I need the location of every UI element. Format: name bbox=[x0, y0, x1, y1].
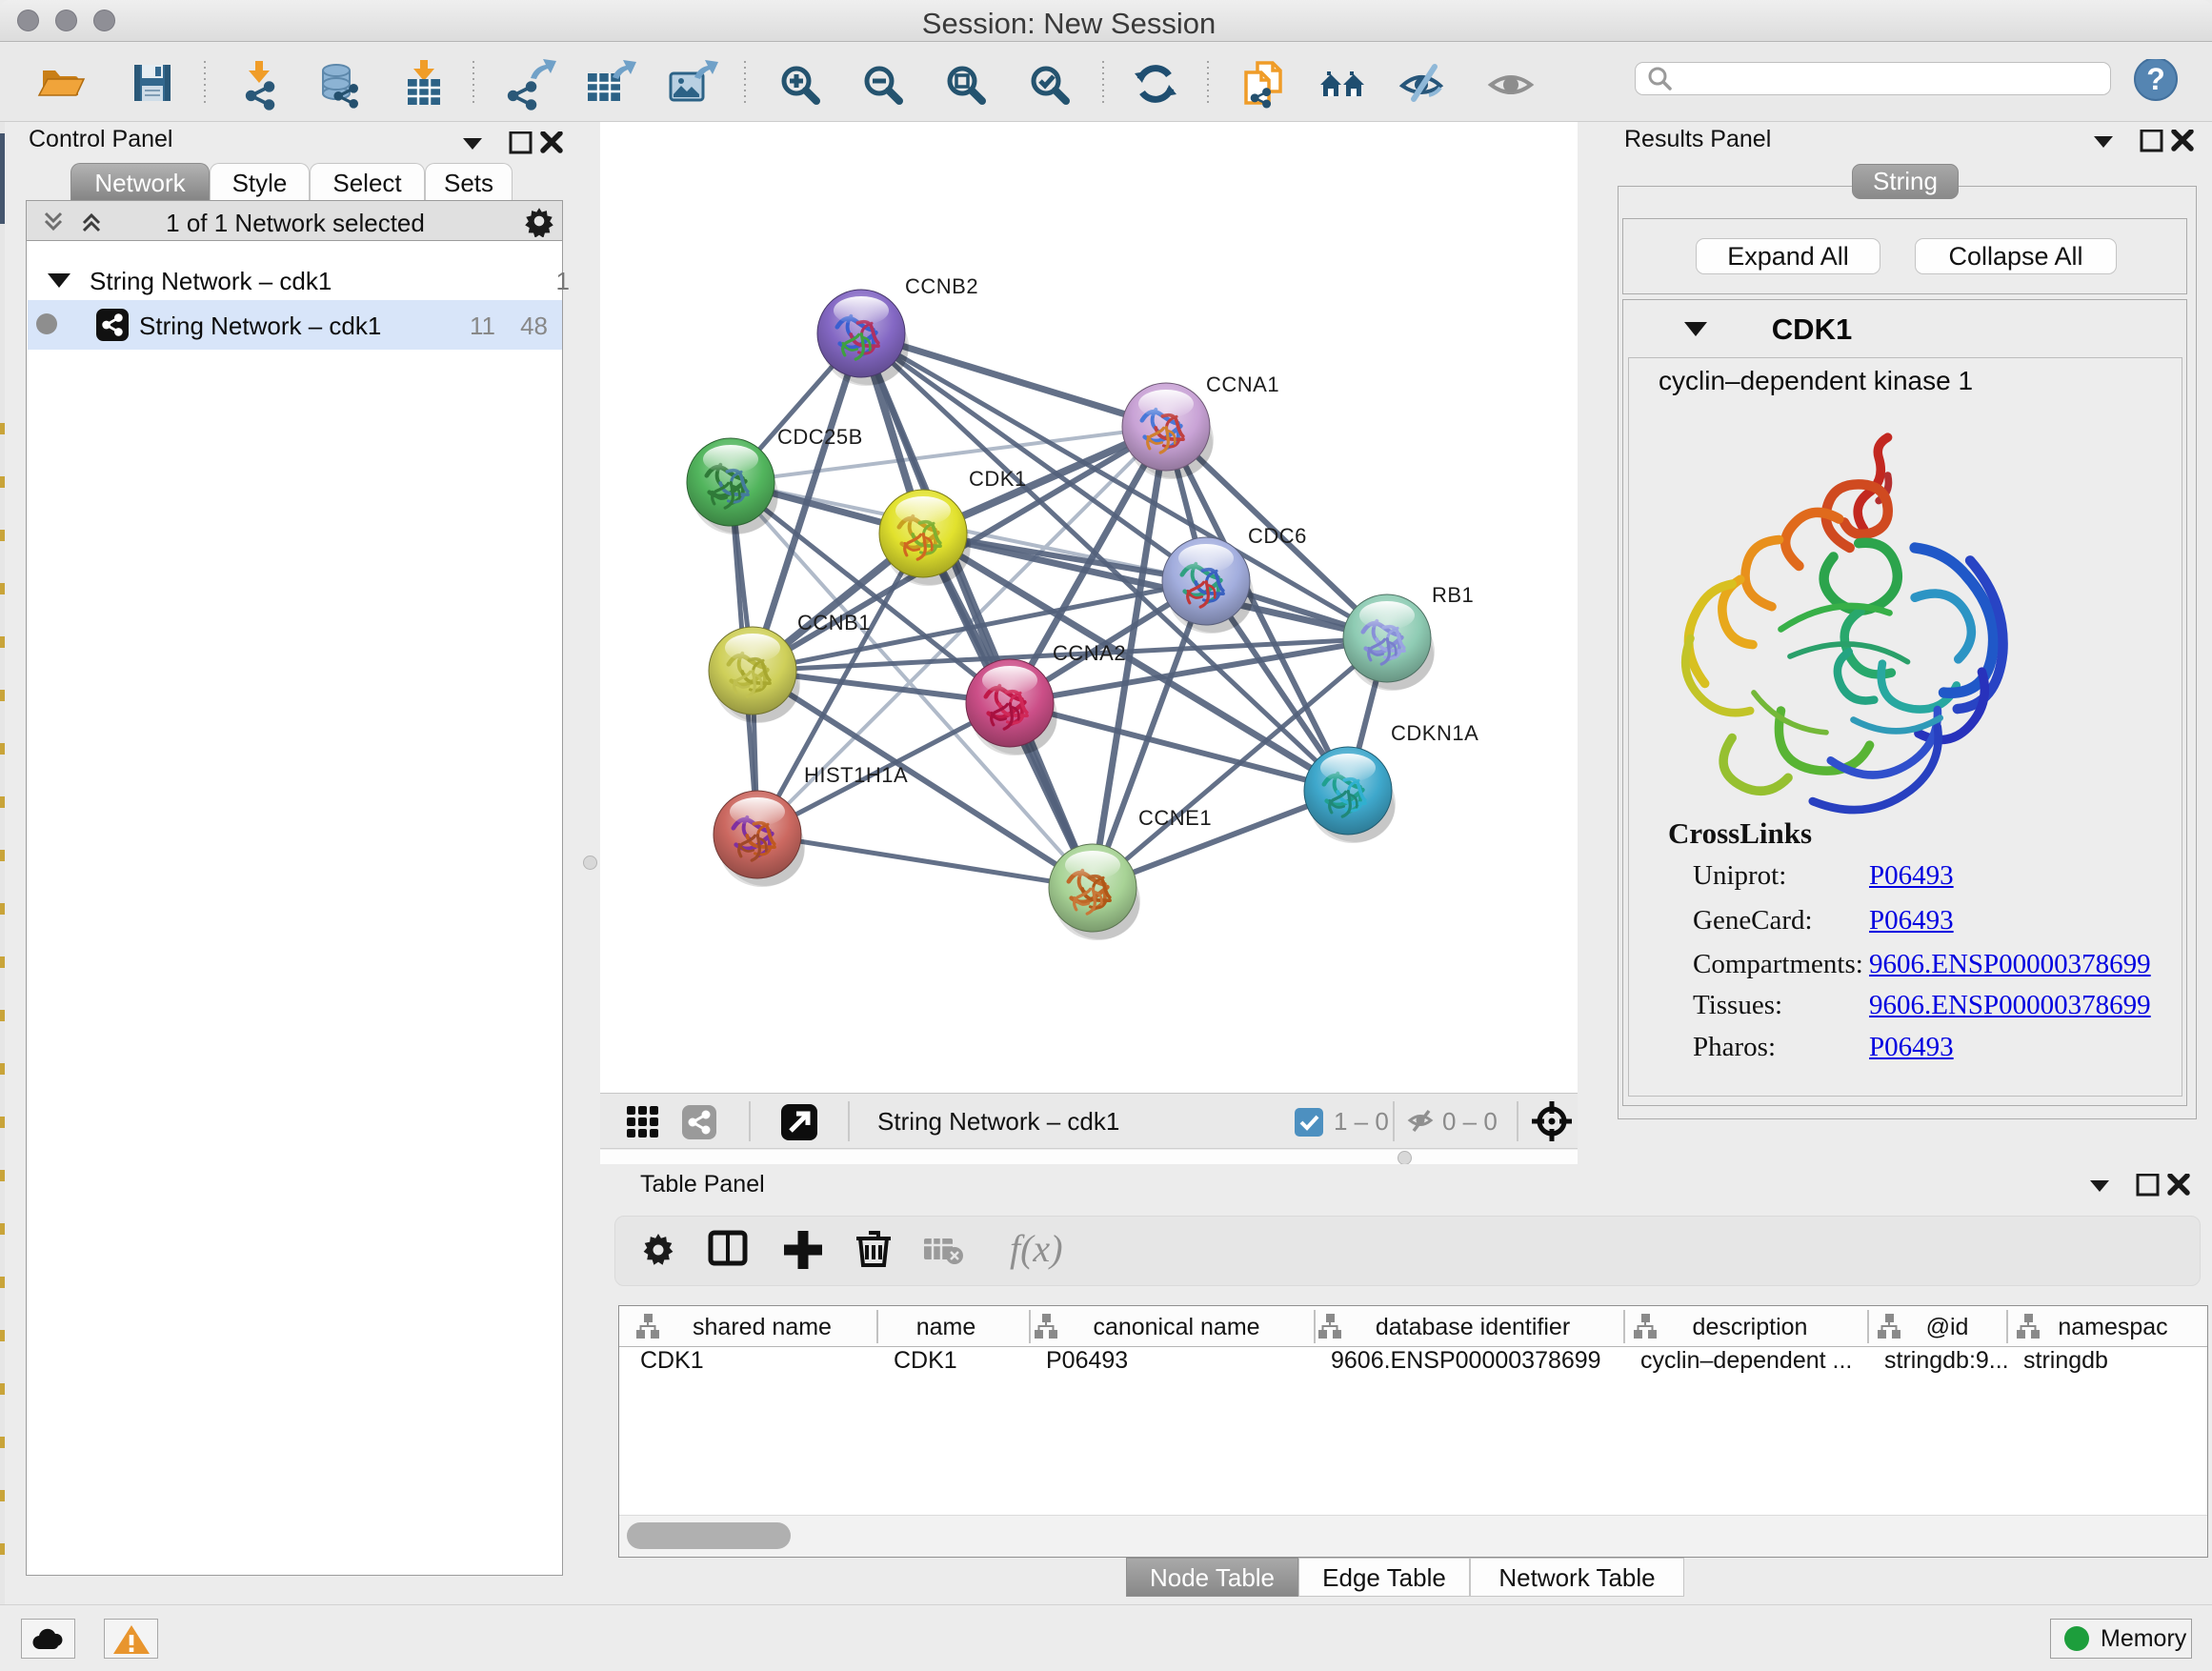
svg-text:database identifier: database identifier bbox=[1376, 1314, 1570, 1340]
svg-text:CCNA2: CCNA2 bbox=[1053, 641, 1126, 665]
svg-text:?: ? bbox=[2146, 62, 2165, 96]
svg-text:HIST1H1A: HIST1H1A bbox=[804, 763, 908, 787]
svg-text:namespac: namespac bbox=[2058, 1314, 2167, 1340]
svg-text:@id: @id bbox=[1926, 1314, 1969, 1340]
svg-text:0 – 0: 0 – 0 bbox=[1442, 1107, 1498, 1136]
svg-text:CCNB1: CCNB1 bbox=[797, 611, 871, 634]
svg-text:String Network – cdk1: String Network – cdk1 bbox=[877, 1107, 1119, 1136]
svg-text:canonical name: canonical name bbox=[1093, 1314, 1259, 1340]
svg-text:CCNE1: CCNE1 bbox=[1138, 806, 1212, 830]
svg-text:CDK1: CDK1 bbox=[969, 467, 1027, 491]
svg-text:1 – 0: 1 – 0 bbox=[1334, 1107, 1389, 1136]
svg-text:CCNA1: CCNA1 bbox=[1206, 372, 1279, 396]
svg-text:f(x): f(x) bbox=[1010, 1227, 1063, 1270]
svg-text:CCNB2: CCNB2 bbox=[905, 274, 978, 298]
svg-text:CDKN1A: CDKN1A bbox=[1391, 721, 1478, 745]
svg-text:CDC6: CDC6 bbox=[1248, 524, 1307, 548]
svg-text:CDC25B: CDC25B bbox=[777, 425, 863, 449]
svg-text:shared name: shared name bbox=[693, 1314, 832, 1340]
svg-text:name: name bbox=[916, 1314, 976, 1340]
svg-text:RB1: RB1 bbox=[1432, 583, 1474, 607]
svg-text:description: description bbox=[1693, 1314, 1808, 1340]
